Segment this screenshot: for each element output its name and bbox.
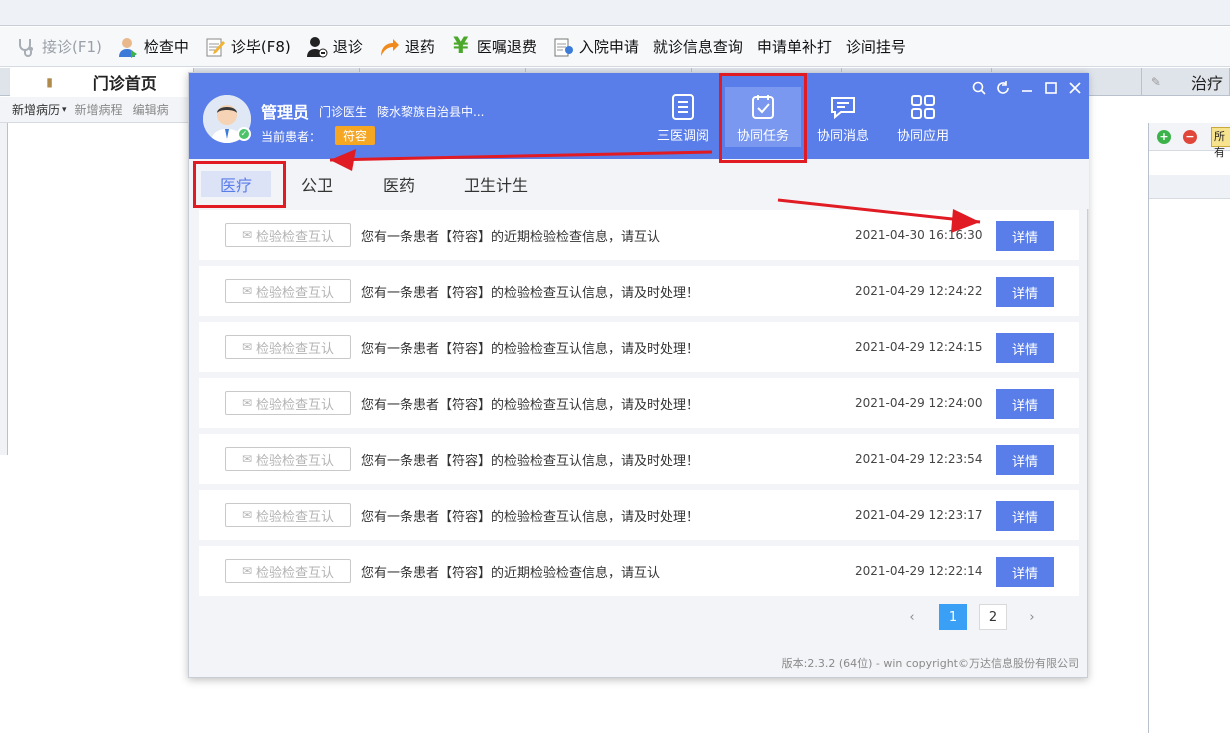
arrow-to-first-detail <box>777 198 981 224</box>
arrow-to-medical-tab <box>329 150 713 162</box>
arrow-head-left <box>330 149 356 171</box>
annotation-arrows <box>329 149 981 233</box>
arrow-head-right <box>951 209 980 233</box>
